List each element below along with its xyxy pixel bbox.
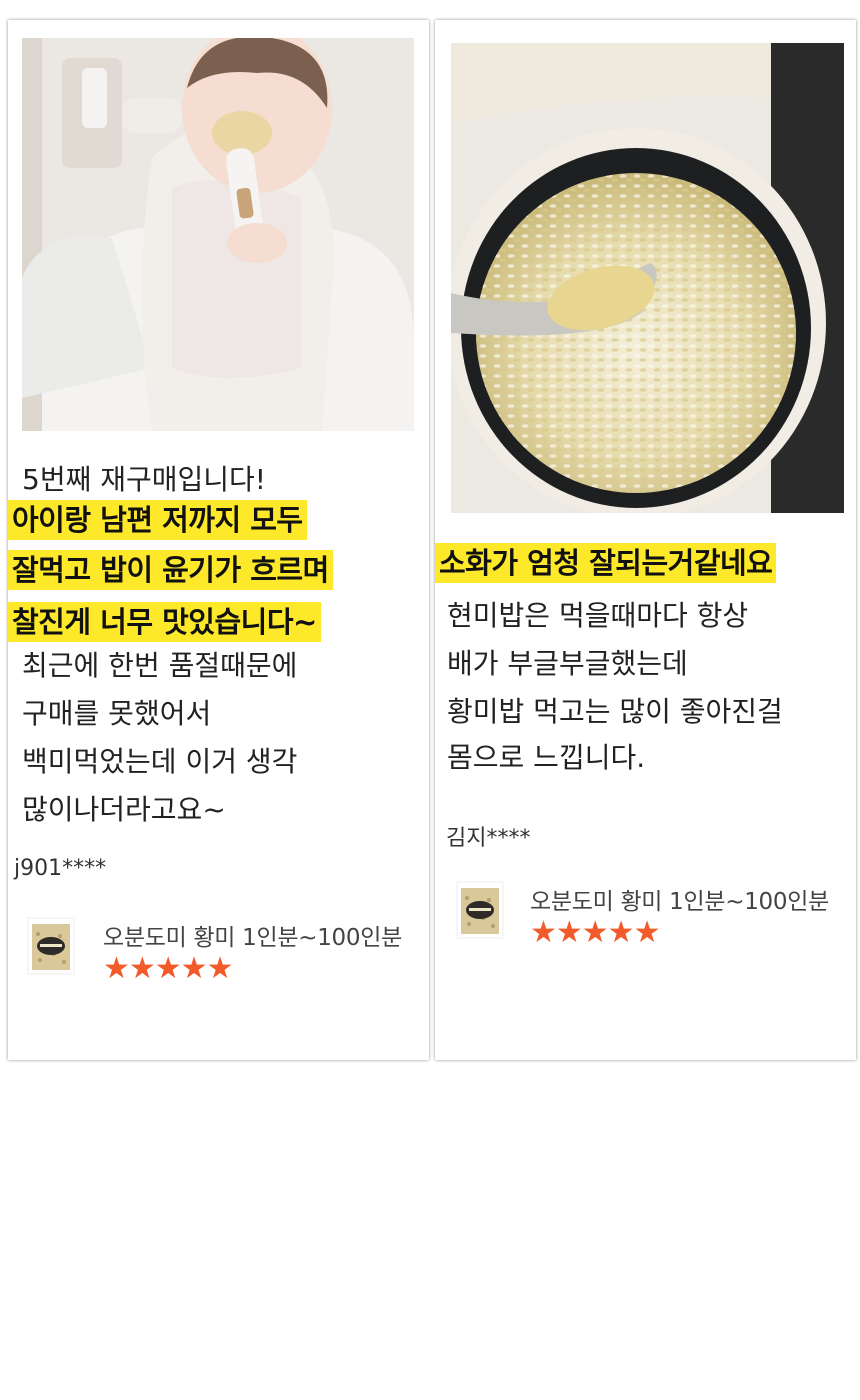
baby-eating-rice-photo — [22, 38, 414, 431]
rice-bag-icon — [27, 917, 75, 975]
rice-bag-icon — [456, 881, 504, 939]
review-highlight: 아이랑 남편 저까지 모두 — [8, 500, 307, 540]
reviewer-id: 김지**** — [446, 826, 531, 851]
review-photo[interactable] — [451, 43, 844, 513]
review-highlight: 찰진게 너무 맛있습니다~ — [8, 602, 321, 642]
review-body-line: 몸으로 느낍니다. — [447, 741, 646, 774]
review-body-line: 구매를 못했어서 — [22, 697, 212, 730]
product-thumbnail[interactable] — [26, 916, 76, 976]
review-card[interactable]: 소화가 엄청 잘되는거같네요 현미밥은 먹을때마다 항상 배가 부글부글했는데 … — [435, 20, 856, 1060]
review-body-line: 최근에 한번 품절때문에 — [22, 649, 298, 682]
review-intro: 5번째 재구매입니다! — [22, 463, 267, 496]
review-body-line: 배가 부글부글했는데 — [447, 647, 688, 680]
product-name[interactable]: 오분도미 황미 1인분~100인분 — [103, 918, 402, 952]
product-name[interactable]: 오분도미 황미 1인분~100인분 — [530, 882, 829, 916]
review-highlight: 소화가 엄청 잘되는거같네요 — [435, 543, 777, 583]
review-body-line: 많이나더라고요~ — [22, 793, 226, 826]
star-rating: ★★★★★ — [103, 951, 233, 986]
review-highlight: 잘먹고 밥이 윤기가 흐르며 — [8, 550, 333, 590]
reviewer-id: j901**** — [14, 856, 107, 881]
review-body-line: 황미밥 먹고는 많이 좋아진걸 — [447, 695, 783, 728]
review-body-line: 백미먹었는데 이거 생각 — [22, 745, 298, 778]
review-body-line: 현미밥은 먹을때마다 항상 — [447, 599, 749, 632]
product-thumbnail[interactable] — [455, 880, 505, 940]
rice-cooker-photo — [451, 43, 844, 513]
review-photo[interactable] — [22, 38, 414, 431]
review-card[interactable]: 5번째 재구매입니다! 아이랑 남편 저까지 모두 잘먹고 밥이 윤기가 흐르며… — [8, 20, 429, 1060]
star-rating: ★★★★★ — [530, 915, 660, 950]
